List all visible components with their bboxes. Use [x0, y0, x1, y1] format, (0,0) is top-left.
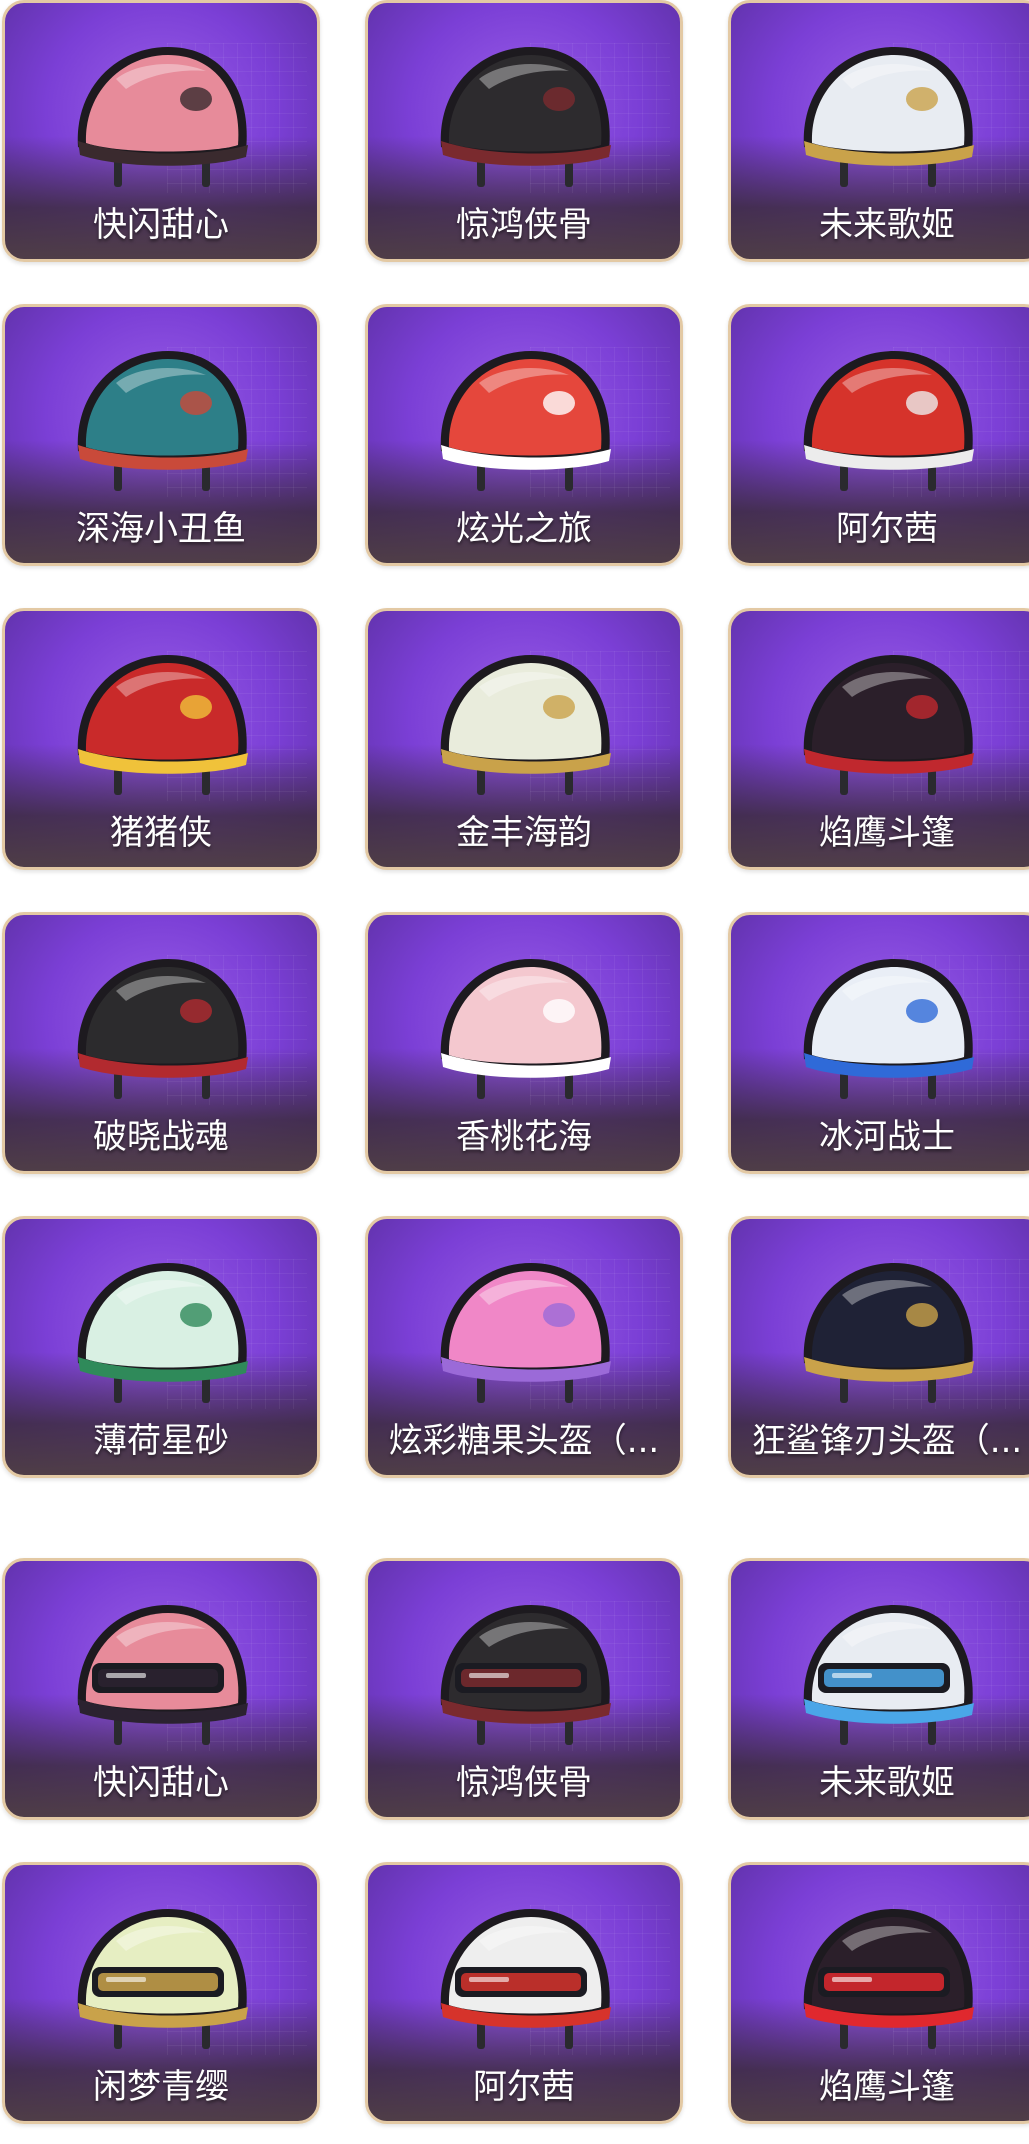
helmet-name-label: 惊鸿侠骨 — [456, 1763, 592, 1803]
helmet-name-label: 破晓战魂 — [93, 1117, 229, 1157]
helmet-card[interactable]: 香桃花海 — [365, 912, 683, 1174]
pale-green-visor-helmet-icon — [56, 1891, 266, 2069]
teal-clownfish-helmet-icon — [56, 333, 266, 511]
white-crystal-visor-helmet-icon — [782, 1587, 992, 1765]
helmet-name-label: 闲梦青缨 — [93, 2067, 229, 2107]
black-visor-helmet-icon — [419, 1587, 629, 1765]
helmet-card[interactable]: 焰鹰斗篷 — [728, 608, 1029, 870]
helmet-card[interactable]: 快闪甜心 — [2, 0, 320, 262]
helmet-card[interactable]: 未来歌姬 — [728, 1558, 1029, 1820]
candy-dessert-helmet-icon — [419, 1245, 629, 1423]
helmet-card[interactable]: 破晓战魂 — [2, 912, 320, 1174]
spiked-black-helmet-icon — [56, 941, 266, 1119]
helmet-card[interactable]: 深海小丑鱼 — [2, 304, 320, 566]
helmet-card[interactable]: 阿尔茜 — [365, 1862, 683, 2124]
helmet-name-label: 炫光之旅 — [456, 509, 592, 549]
white-idol-helmet-icon — [782, 29, 992, 207]
helmet-name-label: 狂鲨锋刃头盔（... — [751, 1421, 1023, 1461]
white-red-visor-helmet-icon — [419, 1891, 629, 2069]
helmet-name-label: 惊鸿侠骨 — [456, 205, 592, 245]
helmet-card[interactable]: 狂鲨锋刃头盔（... — [728, 1216, 1029, 1478]
helmet-name-label: 快闪甜心 — [93, 1763, 229, 1803]
helmet-card[interactable]: 炫光之旅 — [365, 304, 683, 566]
helmet-card[interactable]: 冰河战士 — [728, 912, 1029, 1174]
helmet-card[interactable]: 金丰海韵 — [365, 608, 683, 870]
helmet-name-label: 焰鹰斗篷 — [819, 2067, 955, 2107]
helmet-name-label: 炫彩糖果头盔（... — [388, 1421, 660, 1461]
helmet-name-label: 未来歌姬 — [819, 1763, 955, 1803]
blue-white-helmet-icon — [782, 941, 992, 1119]
helmet-name-label: 阿尔茜 — [473, 2067, 575, 2107]
helmet-name-label: 薄荷星砂 — [93, 1421, 229, 1461]
red-white-helmet-icon — [782, 333, 992, 511]
helmet-card[interactable]: 闲梦青缨 — [2, 1862, 320, 2124]
helmet-name-label: 快闪甜心 — [93, 205, 229, 245]
helmet-card[interactable]: 炫彩糖果头盔（... — [365, 1216, 683, 1478]
helmet-card[interactable]: 阿尔茜 — [728, 304, 1029, 566]
dark-red-visor-helmet-icon — [782, 1891, 992, 2069]
mint-helmet-icon — [56, 1245, 266, 1423]
helmet-card[interactable]: 惊鸿侠骨 — [365, 1558, 683, 1820]
shark-helmet-icon — [782, 1245, 992, 1423]
jade-wave-helmet-icon — [419, 637, 629, 815]
helmet-name-label: 金丰海韵 — [456, 813, 592, 853]
black-winged-helmet-icon — [419, 29, 629, 207]
dark-red-ornate-helmet-icon — [782, 637, 992, 815]
helmet-name-label: 深海小丑鱼 — [76, 509, 246, 549]
helmet-card[interactable]: 未来歌姬 — [728, 0, 1029, 262]
helmet-name-label: 香桃花海 — [456, 1117, 592, 1157]
helmet-card[interactable]: 惊鸿侠骨 — [365, 0, 683, 262]
helmet-card[interactable]: 快闪甜心 — [2, 1558, 320, 1820]
helmet-card[interactable]: 焰鹰斗篷 — [728, 1862, 1029, 2124]
helmet-name-label: 未来歌姬 — [819, 205, 955, 245]
pink-helmet-icon — [56, 29, 266, 207]
pig-hero-helmet-icon — [56, 637, 266, 815]
red-cross-helmet-icon — [419, 333, 629, 511]
pink-visor-helmet-icon — [56, 1587, 266, 1765]
helmet-card[interactable]: 猪猪侠 — [2, 608, 320, 870]
helmet-name-label: 猪猪侠 — [110, 813, 212, 853]
peach-bow-helmet-icon — [419, 941, 629, 1119]
helmet-name-label: 焰鹰斗篷 — [819, 813, 955, 853]
helmet-name-label: 阿尔茜 — [836, 509, 938, 549]
helmet-name-label: 冰河战士 — [819, 1117, 955, 1157]
helmet-card[interactable]: 薄荷星砂 — [2, 1216, 320, 1478]
